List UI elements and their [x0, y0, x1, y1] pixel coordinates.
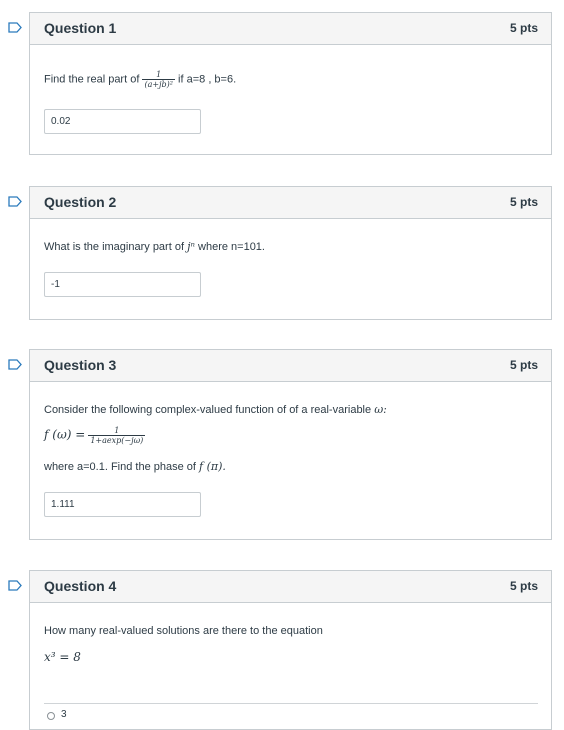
question-header: Question 1 5 pts	[30, 13, 551, 45]
option-divider	[44, 703, 538, 704]
fraction-denominator: 1+aexp(−jω)	[90, 436, 144, 445]
prompt-text: What is the imaginary part of	[44, 241, 185, 253]
question-card-4: Question 4 5 pts How many real-valued so…	[29, 570, 552, 730]
question-header: Question 2 5 pts	[30, 187, 551, 219]
question-card-2: Question 2 5 pts What is the imaginary p…	[29, 186, 552, 320]
formula: f (ω) = 1 1+aexp(−jω)	[44, 426, 146, 445]
prompt-text: where a=0.1. Find the phase of	[44, 461, 196, 473]
question-points: 5 pts	[509, 579, 538, 593]
question-title: Question 3	[44, 357, 117, 373]
radio-option-1[interactable]	[47, 712, 55, 720]
fraction-numerator: 1	[88, 426, 146, 436]
bookmark-icon[interactable]	[8, 22, 22, 33]
bookmark-icon[interactable]	[8, 580, 22, 591]
question-points: 5 pts	[509, 21, 538, 35]
math-fraction: 1 (a+jb)²	[142, 70, 175, 89]
question-title: Question 2	[44, 194, 117, 210]
question-points: 5 pts	[509, 358, 538, 372]
fraction-denominator: (a+jb)²	[144, 80, 173, 89]
prompt-text: Find the real part of	[44, 73, 140, 86]
math-expression: jⁿ	[187, 240, 195, 253]
option-label-1: 3	[61, 709, 67, 720]
question-header: Question 4 5 pts	[30, 571, 551, 603]
prompt-text-after: if a=8 , b=6.	[178, 73, 237, 86]
fraction-numerator: 1	[142, 70, 175, 80]
answer-input[interactable]: -1	[44, 272, 201, 297]
question-prompt: Find the real part of 1 (a+jb)² if a=8 ,…	[44, 70, 236, 89]
prompt-text: Consider the following complex-valued fu…	[44, 404, 372, 416]
bookmark-icon[interactable]	[8, 196, 22, 207]
question-prompt: Consider the following complex-valued fu…	[44, 403, 387, 416]
question-prompt-2: where a=0.1. Find the phase of f (π).	[44, 460, 226, 473]
question-prompt: What is the imaginary part of jⁿ where n…	[44, 240, 265, 253]
equation: x³ = 8	[44, 650, 81, 664]
math-fraction: 1 1+aexp(−jω)	[88, 426, 146, 445]
formula-lhs: f (ω) =	[44, 427, 86, 442]
bookmark-icon[interactable]	[8, 359, 22, 370]
question-title: Question 1	[44, 20, 117, 36]
answer-input[interactable]: 1.111	[44, 492, 201, 517]
math-variable: ω:	[374, 403, 387, 416]
question-card-1: Question 1 5 pts Find the real part of 1…	[29, 12, 552, 155]
math-expression: f (π).	[199, 460, 226, 473]
question-points: 5 pts	[509, 195, 538, 209]
question-title: Question 4	[44, 578, 117, 594]
question-card-3: Question 3 5 pts Consider the following …	[29, 349, 552, 540]
prompt-text-after: where n=101.	[198, 241, 265, 253]
question-header: Question 3 5 pts	[30, 350, 551, 382]
answer-input[interactable]: 0.02	[44, 109, 201, 134]
question-prompt: How many real-valued solutions are there…	[44, 625, 323, 637]
